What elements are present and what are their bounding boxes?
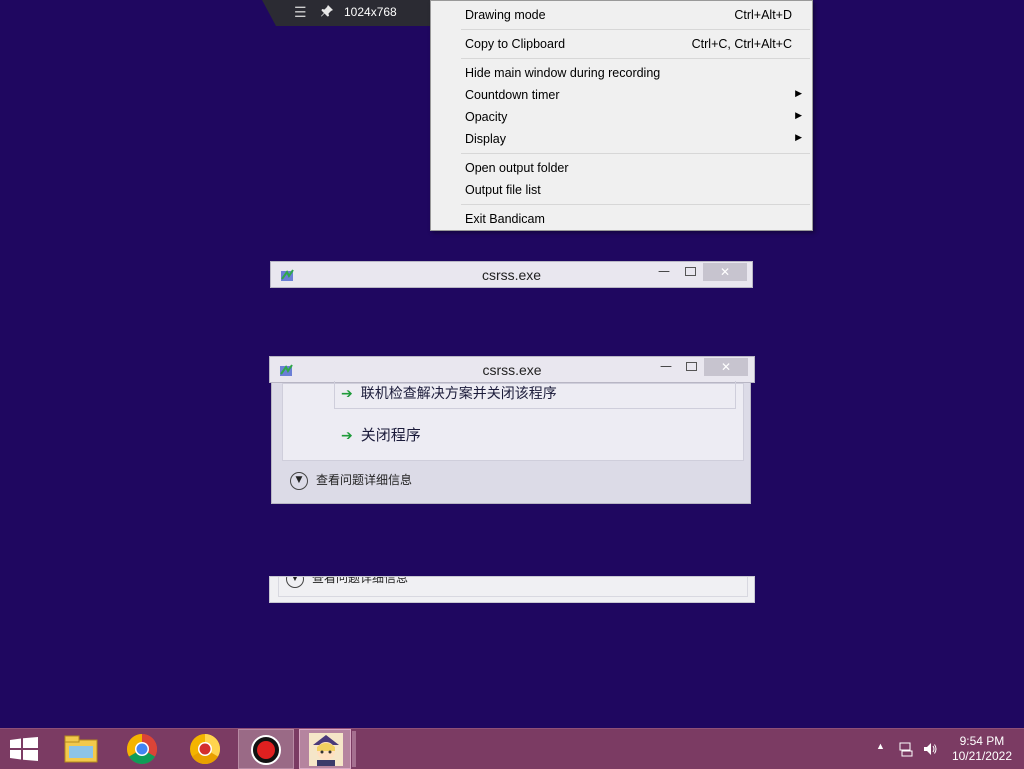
menu-item-label: Display (465, 132, 506, 146)
menu-item-hide-main-window[interactable]: Hide main window during recording (431, 63, 812, 83)
maximize-icon[interactable] (686, 362, 697, 371)
menu-item-label: Output file list (465, 183, 541, 197)
network-icon[interactable] (898, 741, 914, 757)
csrss-dialog-2-body: ➔ 联机检查解决方案并关闭该程序 ➔ 关闭程序 ▼ 查看问题详细信息 (271, 381, 751, 504)
menu-item-shortcut: Ctrl+C, Ctrl+Alt+C (691, 37, 792, 51)
menu-item-open-output-folder[interactable]: Open output folder (431, 158, 812, 178)
resolution-label: 1024x768 (344, 5, 397, 19)
close-button[interactable]: ✕ (704, 358, 748, 376)
option-check-online[interactable]: ➔ 联机检查解决方案并关闭该程序 (341, 383, 557, 403)
menu-separator (461, 29, 810, 30)
close-icon: ✕ (719, 265, 731, 279)
windows-start-icon[interactable] (10, 737, 38, 761)
bandicam-record-icon (251, 735, 281, 765)
menu-item-countdown-timer[interactable]: Countdown timer ▶ (431, 85, 812, 105)
bandicam-taskbar-button[interactable] (238, 729, 294, 769)
menu-item-opacity[interactable]: Opacity ▶ (431, 107, 812, 127)
menu-separator (461, 204, 810, 205)
option-close-program[interactable]: ➔ 关闭程序 (341, 424, 421, 445)
menu-item-copy-to-clipboard[interactable]: Copy to Clipboard Ctrl+C, Ctrl+Alt+C (431, 34, 812, 54)
clock-time: 9:54 PM (959, 734, 1005, 748)
maximize-icon[interactable] (685, 267, 696, 276)
chevron-down-icon: ▼ (286, 577, 304, 588)
chevron-down-icon: ▼ (290, 471, 308, 490)
view-details-toggle[interactable]: ▼ 查看问题详细信息 (290, 471, 412, 490)
submenu-arrow-icon: ▶ (795, 88, 802, 98)
menu-item-shortcut: Ctrl+Alt+D (734, 8, 792, 22)
window-title: csrss.exe (481, 267, 542, 283)
anime-app-taskbar-button[interactable] (299, 729, 351, 769)
pin-icon[interactable] (320, 4, 334, 18)
window-title: csrss.exe (482, 362, 542, 378)
menu-item-label: Drawing mode (465, 8, 546, 22)
csrss-dialog-fragment: ▼ 查看问题详细信息 (269, 576, 755, 603)
chrome-icon (126, 734, 158, 765)
file-explorer-button[interactable] (54, 729, 110, 769)
option-label: 关闭程序 (360, 426, 421, 444)
menu-item-display[interactable]: Display ▶ (431, 129, 812, 149)
volume-icon[interactable] (922, 741, 938, 757)
details-label: 查看问题详细信息 (316, 473, 413, 487)
menu-item-label: Opacity (465, 110, 508, 124)
show-hidden-icons-chevron-icon[interactable]: ▲ (876, 741, 885, 751)
green-arrow-icon: ➔ (341, 386, 353, 402)
menu-item-label: Open output folder (465, 161, 569, 175)
clock-date: 10/21/2022 (951, 749, 1012, 763)
bandicam-toolbar: ☰ 1024x768 (262, 0, 432, 26)
option-label: 联机检查解决方案并关闭该程序 (360, 386, 557, 402)
anime-app-icon (309, 733, 343, 766)
file-explorer-icon (64, 735, 98, 763)
minimize-icon[interactable]: — (660, 359, 672, 373)
chrome-canary-button[interactable] (178, 729, 234, 769)
csrss-dialog-2-titlebar[interactable]: csrss.exe — ✕ (269, 356, 755, 383)
submenu-arrow-icon: ▶ (795, 132, 802, 142)
taskbar-clock[interactable]: 9:54 PM 10/21/2022 (952, 734, 1012, 764)
system-tray: ▲ (872, 729, 942, 769)
menu-separator (461, 153, 810, 154)
menu-item-label: Exit Bandicam (465, 212, 545, 226)
view-details-toggle[interactable]: ▼ 查看问题详细信息 (286, 576, 409, 588)
submenu-arrow-icon: ▶ (795, 110, 802, 120)
csrss-dialog-1-titlebar[interactable]: csrss.exe — ✕ (270, 261, 753, 288)
options-panel: ➔ 联机检查解决方案并关闭该程序 ➔ 关闭程序 (282, 381, 744, 461)
details-label: 查看问题详细信息 (312, 576, 409, 585)
menu-item-label: Hide main window during recording (465, 66, 661, 80)
chrome-button[interactable] (116, 729, 172, 769)
chrome-canary-icon (190, 734, 221, 765)
menu-separator (461, 58, 810, 59)
minimize-icon[interactable]: — (658, 264, 670, 278)
close-button[interactable]: ✕ (703, 263, 747, 281)
menu-item-drawing-mode[interactable]: Drawing mode Ctrl+Alt+D (431, 5, 812, 25)
taskbar-separator (352, 731, 356, 767)
menu-item-output-file-list[interactable]: Output file list (431, 180, 812, 200)
close-icon: ✕ (720, 360, 732, 374)
hamburger-icon[interactable]: ☰ (294, 4, 307, 21)
green-arrow-icon: ➔ (341, 428, 353, 444)
menu-item-label: Copy to Clipboard (465, 37, 566, 51)
bandicam-context-menu: Drawing mode Ctrl+Alt+D Copy to Clipboar… (430, 0, 813, 231)
menu-item-label: Countdown timer (465, 88, 560, 102)
menu-item-exit-bandicam[interactable]: Exit Bandicam (431, 209, 812, 229)
taskbar: ▲ 9:54 PM 10/21/2022 (0, 728, 1024, 769)
